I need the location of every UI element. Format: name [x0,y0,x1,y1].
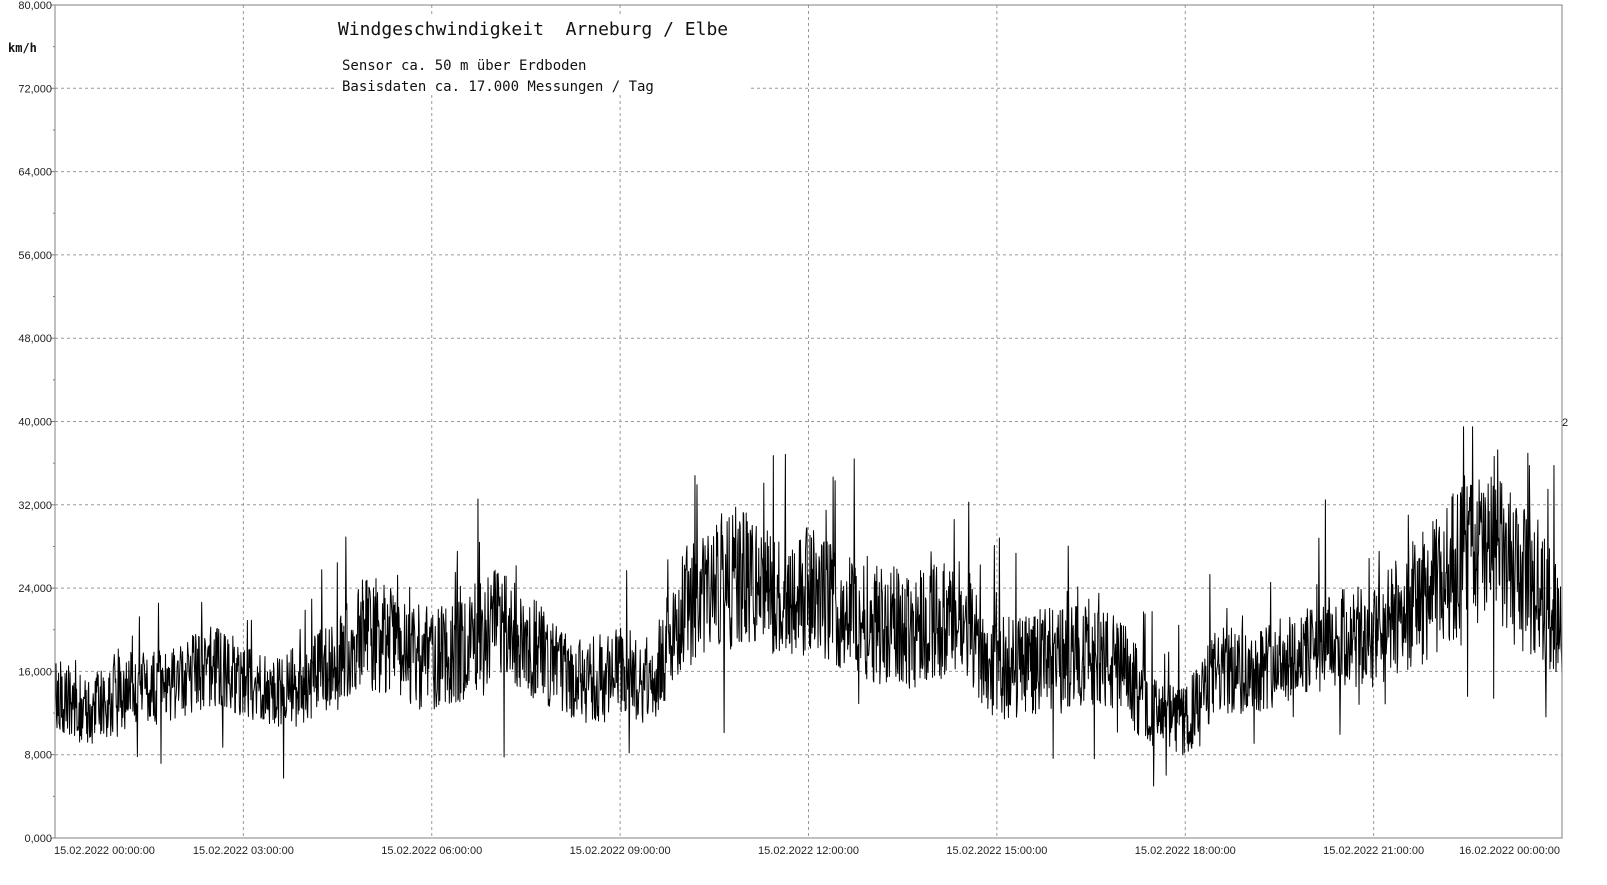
y-axis-label: km/h [8,41,37,55]
y-tick-label: 72,000 [18,83,52,95]
x-tick-label: 15.02.2022 06:00:00 [381,845,482,857]
x-tick-label: 15.02.2022 09:00:00 [570,845,671,857]
y-tick-label: 64,000 [18,167,52,179]
x-tick-label: 15.02.2022 21:00:00 [1323,845,1424,857]
x-tick-label: 15.02.2022 03:00:00 [193,845,294,857]
chart-subtitle-line-1: Sensor ca. 50 m über Erdboden [342,58,586,74]
chart-background [0,0,1607,885]
y-tick-label: 32,000 [18,500,52,512]
x-tick-labels: 15.02.2022 00:00:00 15.02.2022 03:00:00 15… [54,845,1560,857]
y-tick-label: 8,000 [24,750,52,762]
chart-title: Windgeschwindigkeit Arneburg / Elbe [338,19,728,40]
chart-subtitle-line-2: Basisdaten ca. 17.000 Messungen / Tag [342,79,654,95]
chart-canvas: 0,000 8,000 16,000 24,000 32,000 40,000 48,000… [0,0,1607,885]
y-tick-label: 24,000 [18,583,52,595]
y-tick-label: 80,000 [18,0,52,12]
y-tick-label: 56,000 [18,250,52,262]
x-tick-label: 15.02.2022 15:00:00 [946,845,1047,857]
right-edge-label: 2 [1562,417,1568,429]
x-tick-label: 16.02.2022 00:00:00 [1459,845,1560,857]
y-tick-label: 40,000 [18,417,52,429]
y-tick-label: 0,000 [24,833,52,845]
y-tick-label: 16,000 [18,666,52,678]
x-tick-label: 15.02.2022 00:00:00 [54,845,155,857]
x-tick-label: 15.02.2022 18:00:00 [1135,845,1236,857]
x-tick-label: 15.02.2022 12:00:00 [758,845,859,857]
y-tick-label: 48,000 [18,333,52,345]
